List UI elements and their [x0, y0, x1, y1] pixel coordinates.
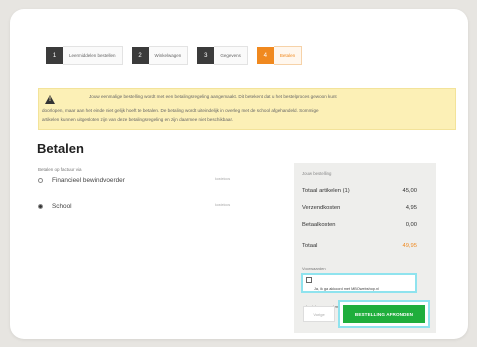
page-title: Betalen — [37, 141, 84, 156]
step-1-label: Leermiddelen bestellen — [63, 46, 123, 65]
terms-heading: Voorwaarden — [302, 266, 326, 271]
step-3-number: 3 — [197, 47, 215, 64]
checkout-card: 1 Leermiddelen bestellen 2 Winkelwagen 3… — [10, 9, 468, 339]
summary-row-value: 4,95 — [405, 205, 417, 211]
step-2[interactable]: 2 Winkelwagen — [131, 46, 189, 65]
step-1-number: 1 — [46, 47, 63, 64]
notice-line-1: Jouw eenmalige bestelling wordt met een … — [89, 94, 337, 99]
summary-row-value: 0,00 — [405, 222, 417, 228]
order-button-focus-ring: BESTELLING AFRONDEN — [338, 300, 430, 328]
summary-total-label: Totaal — [302, 243, 318, 249]
step-3[interactable]: 3 Gegevens — [197, 46, 248, 65]
summary-title: Jouw bestelling — [302, 171, 332, 176]
radio-school[interactable] — [38, 204, 43, 209]
notice-line-3: artikelen kunnen uitgesloten zijn van de… — [42, 117, 234, 122]
summary-row-shipping: Verzendkosten 4,95 — [302, 205, 417, 211]
payment-option-financial-administrator[interactable]: Financieel bewindvoerder — [38, 177, 125, 184]
complete-order-button[interactable]: BESTELLING AFRONDEN — [343, 305, 425, 323]
payment-option-label: School — [52, 203, 72, 210]
warning-icon: ! — [45, 95, 55, 104]
summary-total-value: 49,95 — [402, 243, 417, 249]
payment-option-label: Financieel bewindvoerder — [52, 177, 125, 184]
notice-line-2: doorlopen, maar aan het einde niet gelij… — [42, 108, 319, 113]
terms-checkbox[interactable] — [306, 277, 312, 283]
step-4-label: Betalen — [273, 46, 303, 65]
payment-option-cost-tag: kosteloos — [215, 177, 231, 181]
terms-consent[interactable]: Ja, ik ga akkoord met MBOwebshop.nl best… — [301, 273, 417, 309]
step-4-current: 4 Betalen — [256, 46, 303, 65]
step-4-number: 4 — [256, 47, 274, 64]
payment-arrangement-notice: ! Jouw eenmalige bestelling wordt met ee… — [38, 88, 456, 130]
checkout-steps: 1 Leermiddelen bestellen 2 Winkelwagen 3… — [46, 46, 311, 65]
summary-row-payment-costs: Betaalkosten 0,00 — [302, 222, 417, 228]
step-2-number: 2 — [131, 47, 149, 64]
payment-option-cost-tag: kosteloos — [215, 203, 231, 207]
step-2-label: Winkelwagen — [148, 46, 189, 65]
back-button[interactable]: Vorige — [303, 306, 335, 322]
summary-row-total: Totaal 49,95 — [302, 243, 417, 249]
radio-financial-administrator[interactable] — [38, 178, 43, 183]
payment-method-label: Betalen op factuur via — [38, 167, 82, 172]
summary-row-value: 45,00 — [402, 188, 417, 194]
step-1[interactable]: 1 Leermiddelen bestellen — [46, 46, 123, 65]
order-summary: Jouw bestelling Totaal artikelen (1) 45,… — [294, 163, 436, 333]
payment-option-school[interactable]: School — [38, 203, 72, 210]
summary-row-items: Totaal artikelen (1) 45,00 — [302, 188, 417, 194]
summary-row-label: Verzendkosten — [302, 205, 341, 211]
summary-row-label: Totaal artikelen (1) — [302, 188, 350, 194]
summary-row-label: Betaalkosten — [302, 222, 336, 228]
step-3-label: Gegevens — [214, 46, 248, 65]
